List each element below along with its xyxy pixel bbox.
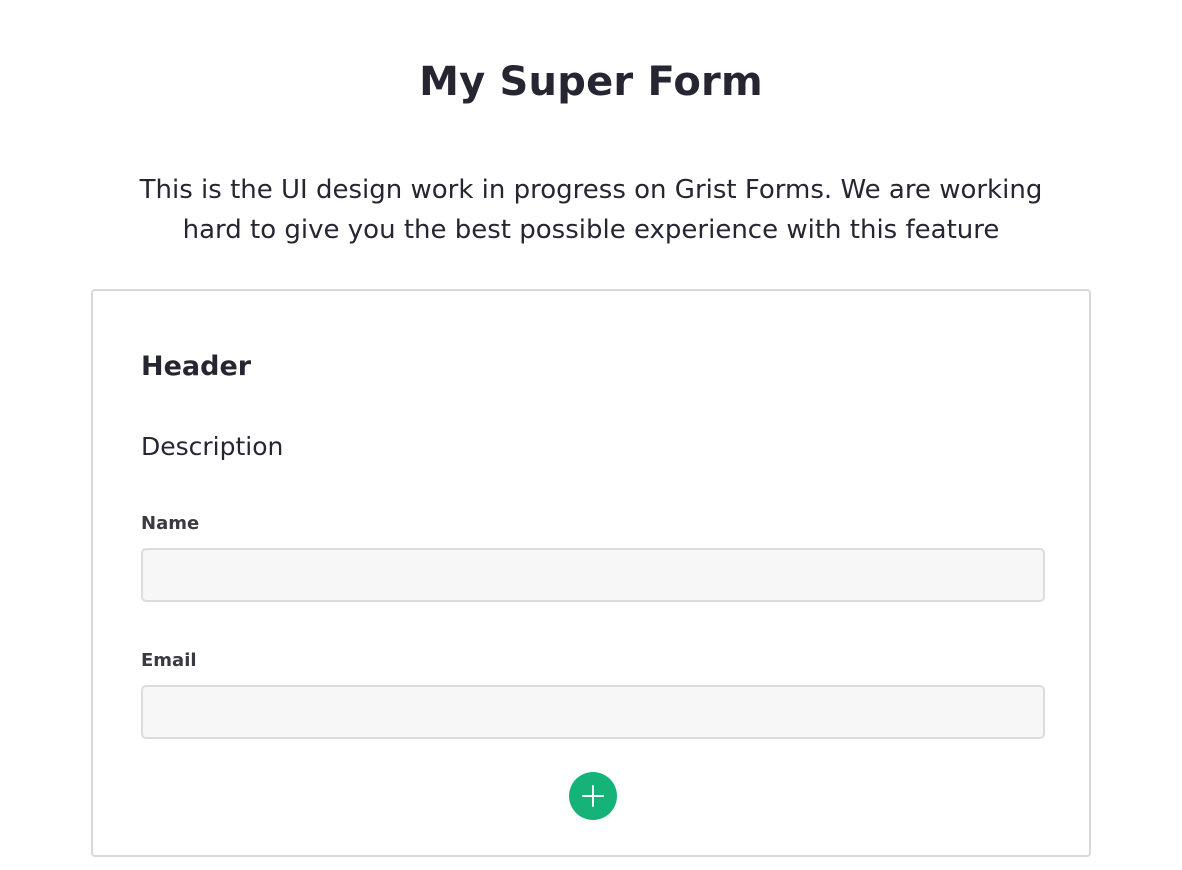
email-field-label: Email (141, 650, 197, 671)
section-header[interactable]: Header (141, 349, 251, 385)
page-title: My Super Form (419, 59, 763, 105)
email-field[interactable] (141, 685, 1045, 739)
plus-icon (582, 785, 604, 807)
name-field-label: Name (141, 513, 200, 534)
section-description[interactable]: Description (141, 430, 283, 464)
add-field-button[interactable] (569, 772, 617, 820)
name-field[interactable] (141, 548, 1045, 602)
form-card: Header Description Name Email (91, 289, 1091, 857)
page-description: This is the UI design work in progress o… (139, 175, 1043, 245)
